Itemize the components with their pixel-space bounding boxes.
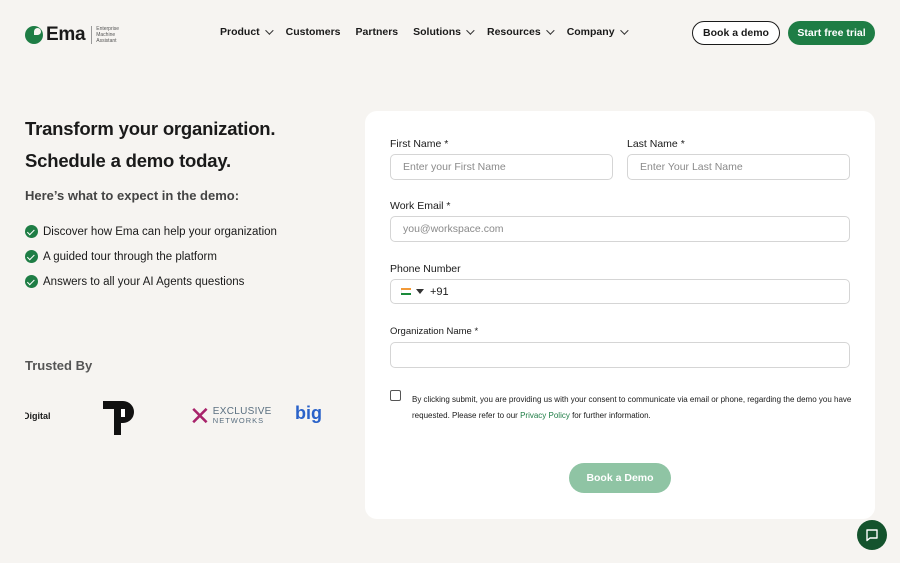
ema-logo[interactable]: Ema Enterprise Machine Assistant bbox=[25, 24, 136, 46]
consent-text: By clicking submit, you are providing us… bbox=[412, 395, 852, 420]
chat-bubble-icon bbox=[866, 529, 878, 542]
trusted-by-heading: Trusted By bbox=[25, 358, 93, 373]
organization-label: Organization Name * bbox=[390, 326, 479, 337]
expect-heading: Here’s what to expect in the demo: bbox=[25, 188, 240, 203]
phone-country-code: +91 bbox=[430, 285, 449, 298]
menu-item-product[interactable]: Product bbox=[220, 26, 274, 38]
demo-form-card: First Name * Last Name * Work Email * Ph… bbox=[365, 111, 875, 519]
chevron-down-icon bbox=[619, 26, 629, 35]
tp-logo bbox=[103, 401, 134, 435]
menu-item-solutions[interactable]: Solutions bbox=[413, 26, 475, 38]
list-item: A guided tour through the platform bbox=[25, 244, 277, 269]
phone-label: Phone Number bbox=[390, 263, 461, 275]
top-nav: Ema Enterprise Machine Assistant Product… bbox=[0, 0, 900, 66]
ema-logo-icon bbox=[25, 26, 43, 44]
hero-title-line1: Transform your organization. bbox=[25, 118, 276, 139]
india-flag-icon[interactable] bbox=[401, 288, 411, 295]
first-name-label: First Name * bbox=[390, 138, 449, 150]
digital-logo: Digital bbox=[25, 411, 51, 421]
menu-item-company[interactable]: Company bbox=[567, 26, 629, 38]
logo-word: Ema bbox=[46, 24, 86, 45]
chevron-down-icon bbox=[264, 26, 274, 35]
chevron-down-icon bbox=[545, 26, 555, 35]
list-item: Answers to all your AI Agents questions bbox=[25, 269, 277, 294]
customer-logos: Digital ✕ EXCLUSIVE NETWORKS big bbox=[25, 395, 321, 439]
start-free-trial-button[interactable]: Start free trial bbox=[788, 21, 875, 45]
work-email-label: Work Email * bbox=[390, 200, 451, 212]
logo-tagline: Enterprise Machine Assistant bbox=[96, 26, 120, 44]
chevron-down-icon bbox=[466, 26, 475, 35]
work-email-input[interactable] bbox=[390, 216, 850, 242]
hero-title-line2: Schedule a demo today. bbox=[25, 150, 232, 171]
check-circle-icon bbox=[25, 225, 38, 238]
submit-book-demo-button[interactable]: Book a Demo bbox=[569, 463, 671, 493]
list-item: Discover how Ema can help your organizat… bbox=[25, 219, 277, 244]
menu-item-customers[interactable]: Customers bbox=[286, 26, 341, 38]
last-name-label: Last Name * bbox=[627, 138, 685, 150]
main-menu: Product Customers Partners Solutions Res… bbox=[220, 26, 641, 38]
chat-launcher-button[interactable] bbox=[857, 520, 887, 550]
big-logo: big bbox=[295, 403, 321, 423]
exclusive-x-icon: ✕ bbox=[189, 401, 211, 431]
book-demo-button[interactable]: Book a demo bbox=[692, 21, 780, 45]
menu-item-resources[interactable]: Resources bbox=[487, 26, 555, 38]
consent-checkbox[interactable] bbox=[390, 390, 401, 401]
caret-down-icon[interactable] bbox=[416, 289, 424, 294]
logo-divider bbox=[91, 26, 93, 44]
menu-item-partners[interactable]: Partners bbox=[356, 26, 399, 38]
expect-list: Discover how Ema can help your organizat… bbox=[25, 219, 277, 294]
exclusive-networks-logo: ✕ EXCLUSIVE NETWORKS bbox=[189, 401, 272, 431]
first-name-input[interactable] bbox=[390, 154, 613, 180]
check-circle-icon bbox=[25, 250, 38, 263]
privacy-policy-link[interactable]: Privacy Policy bbox=[520, 411, 570, 420]
phone-input[interactable]: +91 bbox=[390, 279, 850, 304]
organization-input[interactable] bbox=[390, 342, 850, 368]
last-name-input[interactable] bbox=[627, 154, 850, 180]
check-circle-icon bbox=[25, 275, 38, 288]
